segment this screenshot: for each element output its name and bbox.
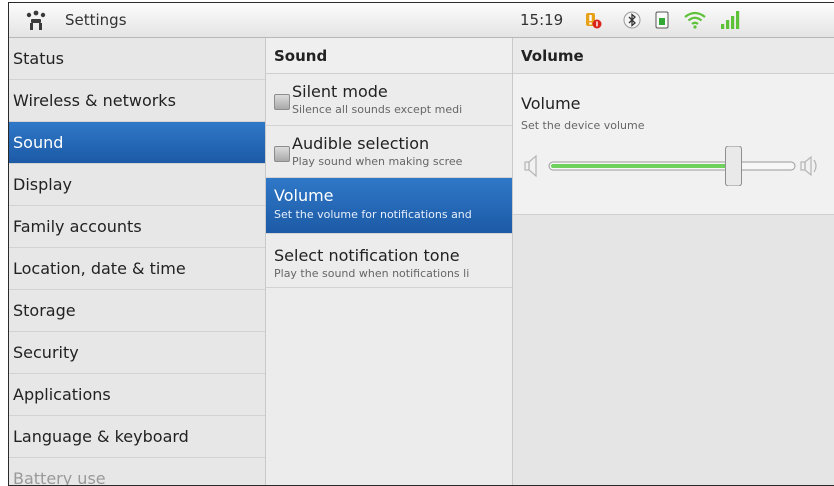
category-applications[interactable]: Applications: [9, 374, 265, 416]
bluetooth-icon: [623, 11, 641, 29]
app-icon[interactable]: [23, 9, 49, 31]
volume-setting-summary: Set the volume for notifications and: [274, 208, 472, 221]
category-wireless-networks[interactable]: Wireless & networks: [9, 80, 265, 122]
silent-mode-checkbox[interactable]: [274, 94, 290, 110]
category-display[interactable]: Display: [9, 164, 265, 206]
volume-header: Volume: [513, 38, 834, 74]
app-title: Settings: [65, 11, 127, 29]
volume-low-icon: [524, 154, 537, 178]
volume-track-fill: [551, 164, 734, 168]
audible-selection-checkbox[interactable]: [274, 146, 290, 162]
category-security[interactable]: Security: [9, 332, 265, 374]
clock: 15:19: [520, 11, 564, 29]
volume-control: Volume Set the device volume: [513, 74, 834, 215]
notification-tone-title: Select notification tone: [274, 246, 460, 265]
wifi-icon: [684, 11, 706, 29]
category-family-accounts[interactable]: Family accounts: [9, 206, 265, 248]
volume-summary: Set the device volume: [521, 119, 645, 132]
volume-title: Volume: [521, 94, 581, 113]
category-battery-use[interactable]: Battery use: [9, 458, 265, 485]
category-storage[interactable]: Storage: [9, 290, 265, 332]
notification-tone-summary: Play the sound when notifications li: [274, 267, 470, 280]
volume-thumb[interactable]: [725, 146, 742, 186]
silent-mode-setting[interactable]: Silent mode Silence all sounds except me…: [266, 74, 512, 126]
volume-high-icon: [800, 155, 817, 177]
alert-icon[interactable]: [581, 10, 603, 30]
volume-detail-panel: Volume Volume Set the device volume: [513, 38, 834, 485]
sound-header: Sound: [266, 38, 512, 74]
volume-slider[interactable]: [521, 146, 821, 186]
silent-mode-summary: Silence all sounds except medi: [292, 103, 463, 116]
audible-selection-summary: Play sound when making scree: [292, 155, 463, 168]
category-location-date-time[interactable]: Location, date & time: [9, 248, 265, 290]
sim-icon: [655, 11, 669, 29]
audible-selection-title: Audible selection: [292, 134, 430, 153]
category-language-keyboard[interactable]: Language & keyboard: [9, 416, 265, 458]
notification-tone-setting[interactable]: Select notification tone Play the sound …: [266, 234, 512, 288]
settings-window: Settings 15:19 Status Wireless & network…: [8, 2, 834, 486]
category-status[interactable]: Status: [9, 38, 265, 80]
status-bar: Settings 15:19: [9, 3, 834, 38]
volume-setting-title: Volume: [274, 186, 334, 205]
signal-icon: [721, 11, 740, 29]
volume-setting[interactable]: Volume Set the volume for notifications …: [266, 178, 512, 234]
sound-settings-panel: Sound Silent mode Silence all sounds exc…: [266, 38, 513, 485]
audible-selection-setting[interactable]: Audible selection Play sound when making…: [266, 126, 512, 178]
category-sound[interactable]: Sound: [9, 122, 265, 164]
settings-category-list: Status Wireless & networks Sound Display…: [9, 38, 266, 485]
silent-mode-title: Silent mode: [292, 82, 388, 101]
